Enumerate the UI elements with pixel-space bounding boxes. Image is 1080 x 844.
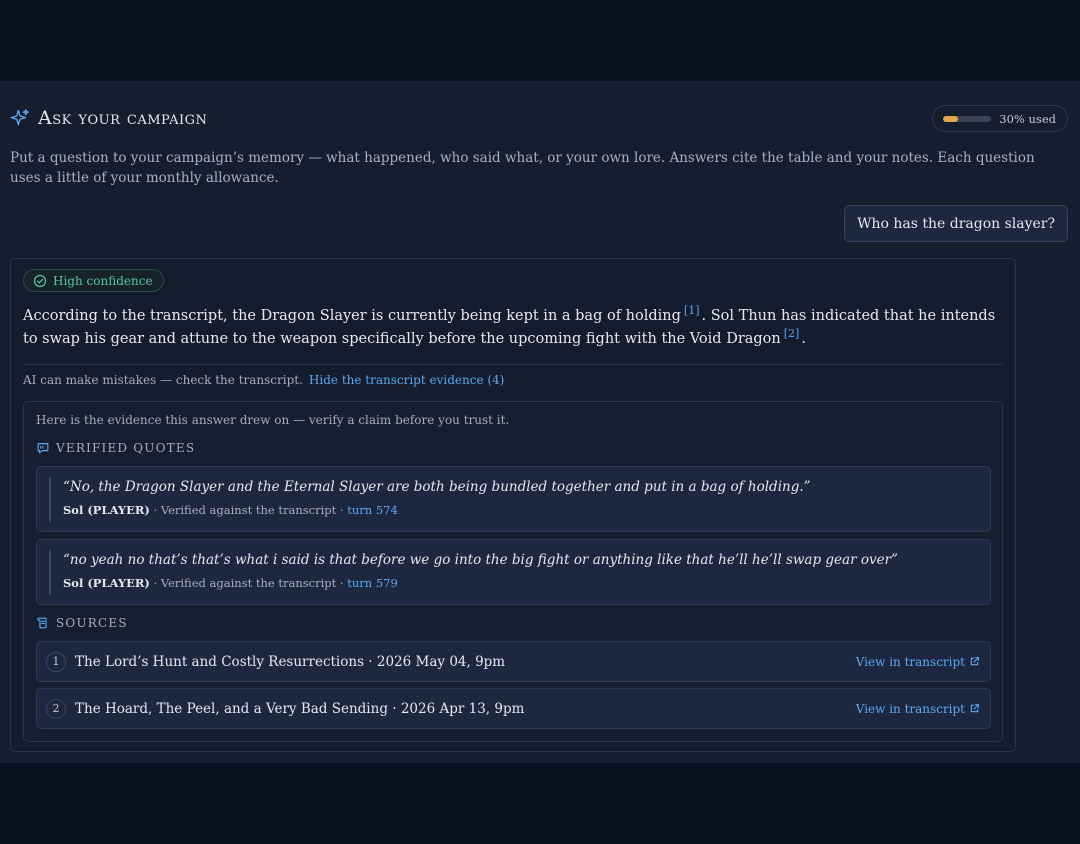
quote-speaker: Sol (PLAYER): [63, 576, 150, 590]
disclaimer-text: AI can make mistakes — check the transcr…: [23, 373, 303, 387]
divider: [23, 364, 1003, 365]
turn-link[interactable]: turn 579: [347, 576, 398, 590]
answer-card: High confidence According to the transcr…: [10, 258, 1016, 752]
view-link-label: View in transcript: [855, 654, 965, 669]
quote-verified: · Verified against the transcript ·: [149, 503, 348, 517]
usage-bar: [943, 115, 992, 122]
sparkle-icon: [10, 109, 30, 126]
user-question-bubble: Who has the dragon slayer?: [844, 205, 1068, 242]
sources-header: Sources: [36, 616, 128, 630]
usage-text: 30% used: [999, 111, 1056, 126]
view-link-label: View in transcript: [855, 701, 965, 716]
source-item[interactable]: 1 The Lord’s Hunt and Costly Resurrectio…: [36, 641, 991, 682]
citation-link-1[interactable]: [1]: [684, 304, 700, 317]
quote-accent-bar: [49, 477, 51, 522]
quote-text: “no yeah no that’s that’s what i said is…: [63, 552, 898, 568]
ask-campaign-panel: Ask your campaign 30% used Put a questio…: [0, 81, 1080, 763]
citation-link-2[interactable]: [2]: [784, 327, 800, 340]
quote-card: “No, the Dragon Slayer and the Eternal S…: [36, 466, 991, 532]
usage-bar-fill: [943, 115, 958, 122]
evidence-intro: Here is the evidence this answer drew on…: [36, 413, 510, 427]
source-number: 1: [46, 651, 66, 672]
quote-speaker: Sol (PLAYER): [63, 503, 150, 517]
view-in-transcript-link[interactable]: View in transcript: [856, 702, 980, 716]
source-number: 2: [46, 698, 66, 719]
answer-text: According to the transcript, the Dragon …: [23, 305, 1003, 351]
answer-text-part: According to the transcript, the Dragon …: [23, 308, 681, 324]
evidence-panel: Here is the evidence this answer drew on…: [23, 401, 1003, 742]
hide-evidence-link[interactable]: Hide the transcript evidence (4): [309, 373, 504, 387]
quote-accent-bar: [49, 550, 51, 595]
confidence-badge: High confidence: [23, 269, 164, 292]
quote-meta: Sol (PLAYER) · Verified against the tran…: [63, 576, 398, 590]
intro-text: Put a question to your campaign’s memory…: [10, 150, 1035, 186]
usage-meter: 30% used: [932, 105, 1068, 132]
external-link-icon: [970, 704, 979, 713]
view-in-transcript-link[interactable]: View in transcript: [856, 655, 980, 669]
turn-link[interactable]: turn 574: [347, 503, 398, 517]
ai-disclaimer: AI can make mistakes — check the transcr…: [23, 373, 504, 387]
panel-header: Ask your campaign: [10, 107, 207, 129]
sources-label: Sources: [56, 616, 128, 630]
answer-text-part: .: [801, 331, 806, 347]
quote-bubble-icon: [37, 443, 49, 454]
quote-verified: · Verified against the transcript ·: [149, 576, 348, 590]
source-title: The Lord’s Hunt and Costly Resurrections…: [75, 653, 506, 670]
source-item[interactable]: 2 The Hoard, The Peel, and a Very Bad Se…: [36, 688, 991, 729]
quote-card: “no yeah no that’s that’s what i said is…: [36, 539, 991, 605]
verified-quotes-label: Verified quotes: [56, 441, 196, 455]
check-circle-icon: [33, 274, 47, 287]
external-link-icon: [970, 657, 979, 666]
quote-meta: Sol (PLAYER) · Verified against the tran…: [63, 503, 398, 517]
quote-text: “No, the Dragon Slayer and the Eternal S…: [63, 479, 811, 495]
page-title: Ask your campaign: [38, 107, 208, 129]
verified-quotes-header: Verified quotes: [36, 441, 195, 455]
scroll-icon: [37, 617, 47, 629]
confidence-label: High confidence: [53, 273, 153, 288]
source-title: The Hoard, The Peel, and a Very Bad Send…: [75, 700, 525, 717]
